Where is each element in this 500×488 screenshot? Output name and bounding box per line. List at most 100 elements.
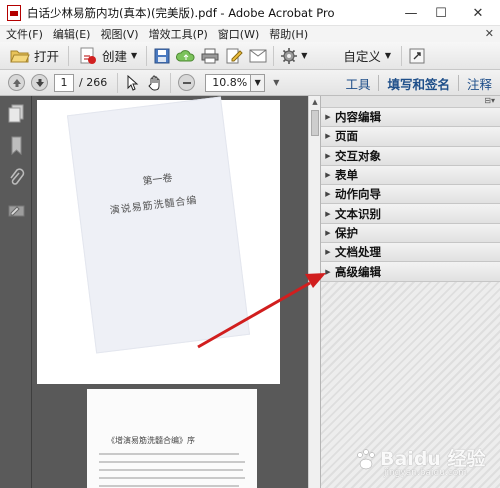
arrow-down-icon (35, 78, 44, 87)
panel-document-processing[interactable]: ▶ 文档处理 (321, 243, 500, 263)
hand-tool-icon[interactable] (145, 74, 165, 92)
panel-item-label: 动作向导 (335, 187, 381, 202)
edit-document-icon[interactable] (224, 47, 244, 65)
chevron-right-icon: ▶ (325, 248, 331, 257)
text-line (99, 453, 239, 455)
pdf-page-2: 《增演易筋洗髓合编》序 (87, 389, 257, 488)
panel-item-label: 内容编辑 (335, 110, 381, 125)
page-number-input[interactable]: 1 (54, 73, 74, 92)
toolbar-divider (68, 45, 70, 66)
close-button[interactable]: ✕ (456, 0, 500, 26)
chevron-down-icon[interactable]: ▼ (301, 51, 307, 60)
panel-interactive-objects[interactable]: ▶ 交互对象 (321, 146, 500, 166)
toolbar-divider (401, 45, 403, 66)
panel-item-label: 文档处理 (335, 245, 381, 260)
create-pdf-icon (78, 47, 98, 65)
chevron-down-icon[interactable]: ▼ (273, 78, 279, 87)
menu-view[interactable]: 视图(V) (94, 26, 142, 42)
chevron-right-icon: ▶ (325, 209, 331, 218)
zoom-level-input[interactable]: 10.8% (205, 73, 252, 92)
panel-protection[interactable]: ▶ 保护 (321, 223, 500, 244)
text-line (99, 461, 245, 463)
scrollbar-thumb[interactable] (311, 110, 319, 136)
toolbar-divider (117, 72, 119, 93)
next-page-button[interactable] (31, 74, 48, 91)
page2-title: 《增演易筋洗髓合编》序 (107, 436, 195, 445)
cloud-upload-icon[interactable] (176, 47, 196, 65)
chevron-right-icon: ▶ (325, 132, 331, 141)
menu-bar: 文件(F) 编辑(E) 视图(V) 增效工具(P) 窗口(W) 帮助(H) ✕ (0, 26, 500, 42)
tab-tools[interactable]: 工具 (337, 74, 378, 93)
panel-item-label: 页面 (335, 129, 358, 144)
panel-item-label: 高级编辑 (335, 264, 381, 279)
text-line (99, 477, 245, 479)
window-controls: — ☐ ✕ (396, 0, 500, 26)
chevron-down-icon: ▼ (131, 51, 138, 60)
menu-window[interactable]: 窗口(W) (212, 26, 263, 42)
email-icon[interactable] (248, 47, 268, 65)
chevron-right-icon: ▶ (325, 171, 331, 180)
arrow-up-icon (12, 78, 21, 87)
vertical-scrollbar[interactable]: ▲ (308, 96, 320, 488)
maximize-button[interactable]: ☐ (426, 0, 456, 26)
expand-icon[interactable] (407, 47, 427, 65)
panel-item-label: 文本识别 (335, 206, 381, 221)
attachment-icon[interactable] (8, 168, 25, 188)
page1-subtitle: 演说易筋洗髓合编 (109, 195, 198, 217)
minimize-button[interactable]: — (396, 0, 426, 26)
pdf-file-icon (7, 4, 21, 21)
tab-fill-sign[interactable]: 填写和签名 (379, 74, 458, 93)
open-button[interactable]: 打开 (6, 44, 63, 68)
panel-forms[interactable]: ▶ 表单 (321, 165, 500, 186)
baidu-watermark: Baidu 经验 jingyan.baidu.com (354, 444, 494, 484)
menu-plugins[interactable]: 增效工具(P) (143, 26, 212, 42)
pdf-page-1: 第一卷 演说易筋洗髓合编 (37, 96, 280, 384)
zoom-out-button[interactable] (178, 74, 196, 91)
main-toolbar: 打开 创建 ▼ ▼ 自定义 ▼ (0, 42, 500, 70)
watermark-text: Baidu 经验 (380, 448, 486, 470)
menu-help[interactable]: 帮助(H) (263, 26, 312, 42)
page-thumbnails-icon[interactable] (8, 104, 25, 124)
tools-pane-header: ⊟▾ (321, 96, 500, 108)
panel-text-recognition[interactable]: ▶ 文本识别 (321, 204, 500, 224)
minus-icon (182, 81, 191, 84)
save-icon[interactable] (152, 47, 172, 65)
scroll-up-icon[interactable]: ▲ (311, 98, 319, 106)
chevron-right-icon: ▶ (325, 113, 331, 122)
toolbar-divider (170, 72, 172, 93)
page1-title: 第一卷 (141, 172, 174, 188)
panel-advanced-editing[interactable]: ▶ 高级编辑 (321, 262, 500, 282)
task-pane-links: 工具 填写和签名 注释 (337, 70, 500, 96)
panel-action-wizard[interactable]: ▶ 动作向导 (321, 185, 500, 205)
signature-icon[interactable] (8, 200, 25, 220)
document-close-button[interactable]: ✕ (485, 27, 494, 40)
open-label: 打开 (34, 49, 60, 64)
customize-button[interactable]: 自定义 (343, 46, 381, 65)
chevron-right-icon: ▶ (325, 151, 331, 160)
window-title: 白话少林易筋内功(真本)(完美版).pdf - Adobe Acrobat Pr… (27, 5, 335, 20)
create-button[interactable]: 创建 ▼ (74, 44, 141, 68)
previous-page-button[interactable] (8, 74, 25, 91)
chevron-down-icon: ▼ (384, 51, 392, 60)
text-line (99, 485, 239, 487)
page-total: / 266 (79, 76, 108, 89)
zoom-dropdown-button[interactable]: ▼ (251, 73, 266, 92)
panel-options-icon[interactable]: ⊟▾ (484, 96, 495, 105)
print-icon[interactable] (200, 47, 220, 65)
tab-comment[interactable]: 注释 (459, 74, 500, 93)
toolbar-divider (273, 45, 275, 66)
create-label: 创建 (102, 49, 128, 64)
document-view[interactable]: 第一卷 演说易筋洗髓合编 《增演易筋洗髓合编》序 (32, 96, 308, 488)
menu-edit[interactable]: 编辑(E) (47, 26, 95, 42)
menu-file[interactable]: 文件(F) (0, 26, 47, 42)
watermark-url: jingyan.baidu.com (384, 468, 468, 478)
navigation-pane (0, 96, 32, 488)
select-cursor-icon[interactable] (123, 74, 143, 92)
chevron-right-icon: ▶ (325, 190, 331, 199)
panel-content-editing[interactable]: ▶ 内容编辑 (321, 108, 500, 128)
bookmark-icon[interactable] (8, 136, 25, 156)
panel-pages[interactable]: ▶ 页面 (321, 127, 500, 147)
chevron-right-icon: ▶ (325, 267, 331, 276)
title-bar: 白话少林易筋内功(真本)(完美版).pdf - Adobe Acrobat Pr… (0, 0, 500, 26)
gear-icon[interactable] (279, 47, 299, 65)
